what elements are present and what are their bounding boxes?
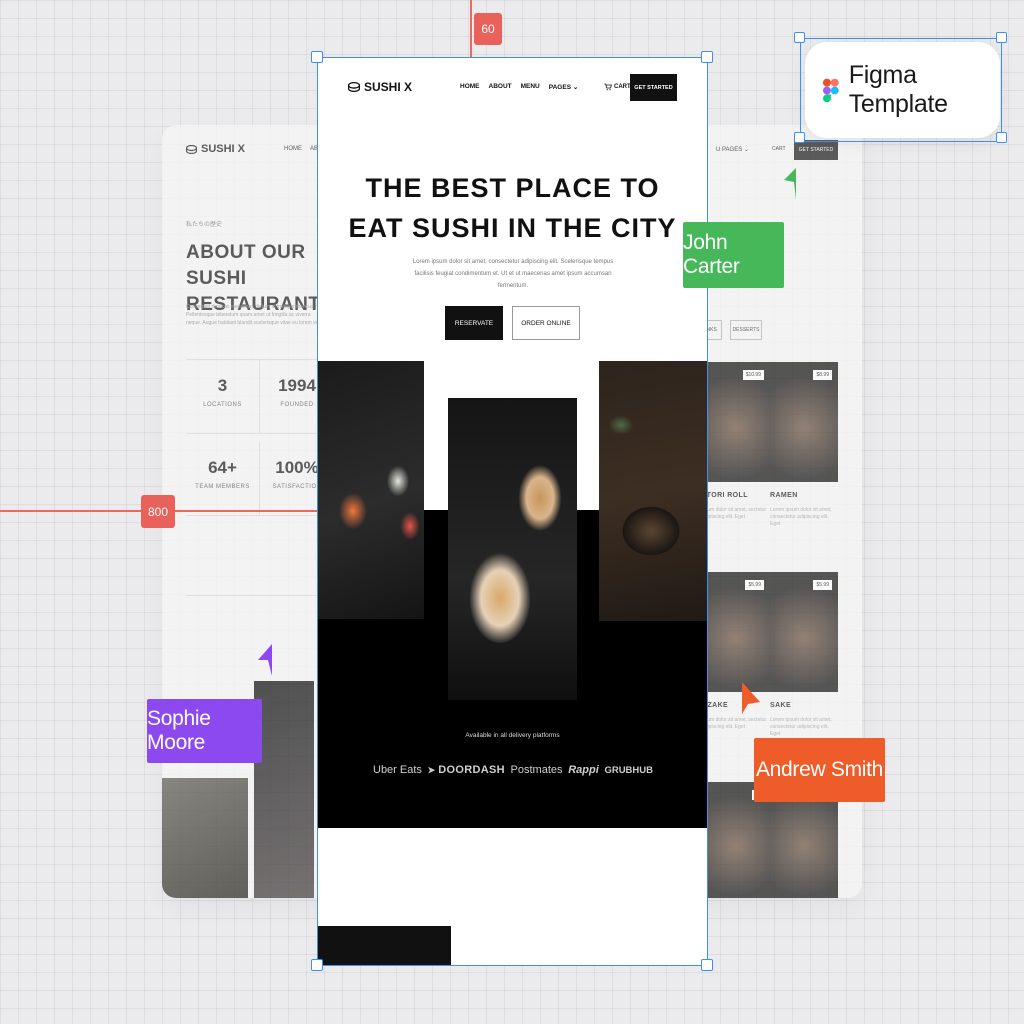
vertical-guide bbox=[470, 0, 472, 58]
bg-cart: CART bbox=[772, 146, 786, 152]
menu-card-image: $5.99 bbox=[702, 572, 770, 692]
doordash-icon: ➤ bbox=[427, 765, 439, 775]
photo-sushi-roll bbox=[448, 398, 577, 700]
menu-card-image: $5.99 bbox=[770, 572, 838, 692]
get-started-button[interactable]: GET STARTED bbox=[630, 74, 677, 101]
cursor-orange-icon bbox=[742, 682, 760, 714]
bg-about-paragraph: Consequat rhoncus maecenas dictum at tri… bbox=[186, 304, 325, 326]
photo-nigiri bbox=[318, 361, 424, 619]
bg-nav: HOME ABO bbox=[284, 146, 323, 152]
bg-kicker: 私たちの歴史 bbox=[186, 222, 223, 228]
badge-handle-top-right[interactable] bbox=[996, 32, 1007, 43]
resize-handle-top-right[interactable] bbox=[701, 51, 713, 63]
menu-card-image: $10.99 bbox=[702, 362, 770, 482]
ruler-top-value: 60 bbox=[474, 13, 502, 45]
collaborator-andrew-smith: Andrew Smith bbox=[754, 738, 885, 802]
sushi-logo-icon bbox=[186, 144, 197, 154]
main-nav: HOME ABOUT MENU PAGES ⌄ bbox=[460, 83, 578, 91]
resize-handle-bottom-left[interactable] bbox=[311, 959, 323, 971]
main-page-frame[interactable]: SUSHI X HOME ABOUT MENU PAGES ⌄ CART GET… bbox=[318, 58, 707, 965]
hero-title-line-1: THE BEST PLACE TO bbox=[365, 173, 660, 203]
order-online-button[interactable]: ORDER ONLINE bbox=[512, 306, 580, 340]
resize-handle-bottom-right[interactable] bbox=[701, 959, 713, 971]
bg-tab-desserts: DESSERTS bbox=[730, 320, 762, 340]
cart-icon bbox=[604, 83, 612, 91]
figma-template-badge[interactable]: Figma Template bbox=[805, 42, 1000, 138]
badge-handle-bottom-right[interactable] bbox=[996, 132, 1007, 143]
partner-uber-eats[interactable]: Uber Eats bbox=[373, 764, 422, 776]
menu-card-roll: $10.99 TTORI ROLL psum dolor sit amet, s… bbox=[702, 362, 770, 521]
partner-rappi[interactable]: Rappi bbox=[568, 764, 599, 776]
bg-photo-chopsticks bbox=[254, 681, 314, 898]
site-logo[interactable]: SUSHI X bbox=[348, 80, 412, 94]
nav-about[interactable]: ABOUT bbox=[489, 83, 512, 91]
sushi-logo-icon bbox=[348, 82, 360, 92]
cursor-green-icon bbox=[784, 168, 796, 200]
stats-grid: 3 LOCATIONS 1994 FOUNDED 64+ TEAM MEMBER… bbox=[186, 359, 336, 516]
cart-label: CART bbox=[614, 84, 631, 90]
menu-card-sake: $5.99 SAKE Lorem ipsum dolor sit amet, c… bbox=[770, 572, 838, 738]
bg-nav-home: HOME bbox=[284, 146, 302, 152]
stat-locations: 3 LOCATIONS bbox=[186, 360, 260, 434]
collaborator-john-carter: John Carter bbox=[683, 222, 784, 288]
bg-get-started-button: GET STARTED bbox=[794, 140, 838, 160]
badge-handle-top-left[interactable] bbox=[794, 32, 805, 43]
site-logo-text: SUSHI X bbox=[364, 80, 413, 94]
partner-doordash[interactable]: ➤ DOORDASH bbox=[428, 764, 505, 776]
stat-team-members: 64+ TEAM MEMBERS bbox=[186, 442, 260, 516]
nav-pages-dropdown[interactable]: PAGES ⌄ bbox=[549, 83, 579, 91]
next-section-image bbox=[318, 926, 451, 965]
delivery-availability-text: Available in all delivery platforms bbox=[465, 732, 560, 739]
bg-logo: SUSHI X bbox=[186, 143, 245, 155]
reservate-button[interactable]: RESERVATE bbox=[445, 306, 503, 340]
figma-template-label: Figma Template bbox=[848, 61, 948, 118]
partner-grubhub[interactable]: GRUBHUB bbox=[604, 765, 653, 776]
hero-subtitle: Lorem ipsum dolor sit amet, consectetur … bbox=[412, 259, 614, 289]
hero-title-line-2: EAT SUSHI IN THE CITY bbox=[348, 213, 677, 243]
cursor-purple-icon bbox=[258, 644, 272, 676]
menu-card-ramen: $8.99 RAMEN Lorem ipsum dolor sit amet, … bbox=[770, 362, 838, 528]
bg-photo-chef-rolling bbox=[162, 778, 248, 898]
cart-link[interactable]: CART bbox=[604, 83, 631, 91]
nav-home[interactable]: HOME bbox=[460, 83, 480, 91]
menu-card-image: $8.99 bbox=[770, 362, 838, 482]
partner-postmates[interactable]: Postmates bbox=[511, 764, 563, 776]
nav-menu[interactable]: MENU bbox=[521, 83, 540, 91]
figma-logo-icon bbox=[823, 78, 839, 102]
collaborator-sophie-moore: Sophie Moore bbox=[147, 699, 262, 763]
delivery-partners: Uber Eats ➤ DOORDASH Postmates Rappi GRU… bbox=[373, 764, 653, 776]
photo-noodle-bowl bbox=[599, 361, 707, 621]
badge-handle-bottom-left[interactable] bbox=[794, 132, 805, 143]
bg-divider bbox=[186, 595, 326, 596]
ruler-left-value: 800 bbox=[141, 495, 175, 528]
resize-handle-top-left[interactable] bbox=[311, 51, 323, 63]
hero-title: THE BEST PLACE TO EAT SUSHI IN THE CITY bbox=[318, 168, 707, 248]
bg-nav-pages: U PAGES ⌄ bbox=[716, 147, 749, 153]
